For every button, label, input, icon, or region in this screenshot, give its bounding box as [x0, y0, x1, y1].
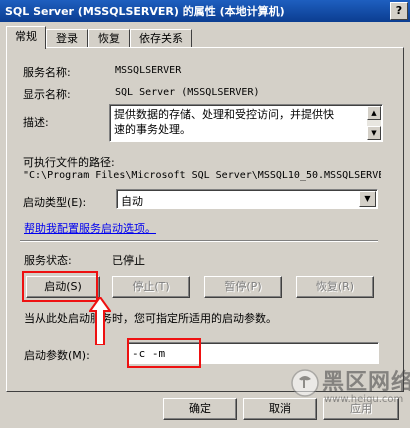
tab-general[interactable]: 常规 [6, 26, 46, 49]
separator [20, 240, 378, 242]
start-params-highlight [127, 338, 201, 368]
watermark-logo-icon [291, 369, 319, 397]
start-button-highlight [22, 271, 98, 302]
scroll-up-icon[interactable]: ▲ [367, 106, 381, 120]
help-button[interactable]: ? [390, 2, 408, 20]
watermark-url: www.heiqu.com [324, 394, 404, 405]
tab-logon[interactable]: 登录 [46, 29, 88, 48]
pause-button[interactable]: 暂停(P) [204, 276, 282, 298]
startup-type-value: 自动 [121, 195, 143, 208]
scroll-down-icon[interactable]: ▼ [367, 126, 381, 140]
resume-button[interactable]: 恢复(R) [296, 276, 374, 298]
startup-type-select[interactable]: 自动 ▼ [116, 189, 378, 209]
exe-path-label: 可执行文件的路径: [23, 156, 115, 169]
service-status-label: 服务状态: [24, 254, 72, 267]
tab-recovery[interactable]: 恢复 [88, 29, 130, 48]
startup-type-label: 启动类型(E): [23, 196, 87, 209]
service-name-label: 服务名称: [23, 66, 71, 79]
service-status-value: 已停止 [112, 254, 145, 267]
help-configure-link[interactable]: 帮助我配置服务启动选项。 [24, 220, 156, 236]
description-value: 提供数据的存储、处理和受控访问，并提供快速的事务处理。 [114, 108, 334, 136]
exe-path-value: "C:\Program Files\Microsoft SQL Server\M… [23, 170, 381, 181]
tab-dependencies[interactable]: 依存关系 [130, 29, 192, 48]
display-name-value: SQL Server (MSSQLSERVER) [115, 87, 260, 98]
display-name-label: 显示名称: [23, 88, 71, 101]
watermark: 黑区网络 www.heiqu.com [290, 360, 410, 424]
service-name-value: MSSQLSERVER [115, 65, 182, 76]
start-params-label: 启动参数(M): [24, 349, 90, 362]
ok-button[interactable]: 确定 [163, 398, 237, 420]
description-box[interactable]: 提供数据的存储、处理和受控访问，并提供快速的事务处理。 ▲ ▼ [109, 104, 383, 142]
description-label: 描述: [23, 116, 49, 129]
annotation-arrow-icon [89, 297, 111, 345]
startup-hint-text: 当从此处启动服务时，您可指定所适用的启动参数。 [24, 312, 277, 325]
watermark-text: 黑区网络 [322, 370, 410, 395]
description-scrollbar[interactable]: ▲ ▼ [367, 106, 381, 140]
stop-button[interactable]: 停止(T) [112, 276, 190, 298]
window-title: SQL Server (MSSQLSERVER) 的属性 (本地计算机) [5, 5, 285, 18]
title-bar: SQL Server (MSSQLSERVER) 的属性 (本地计算机) ? [0, 0, 410, 22]
chevron-down-icon[interactable]: ▼ [359, 191, 376, 207]
